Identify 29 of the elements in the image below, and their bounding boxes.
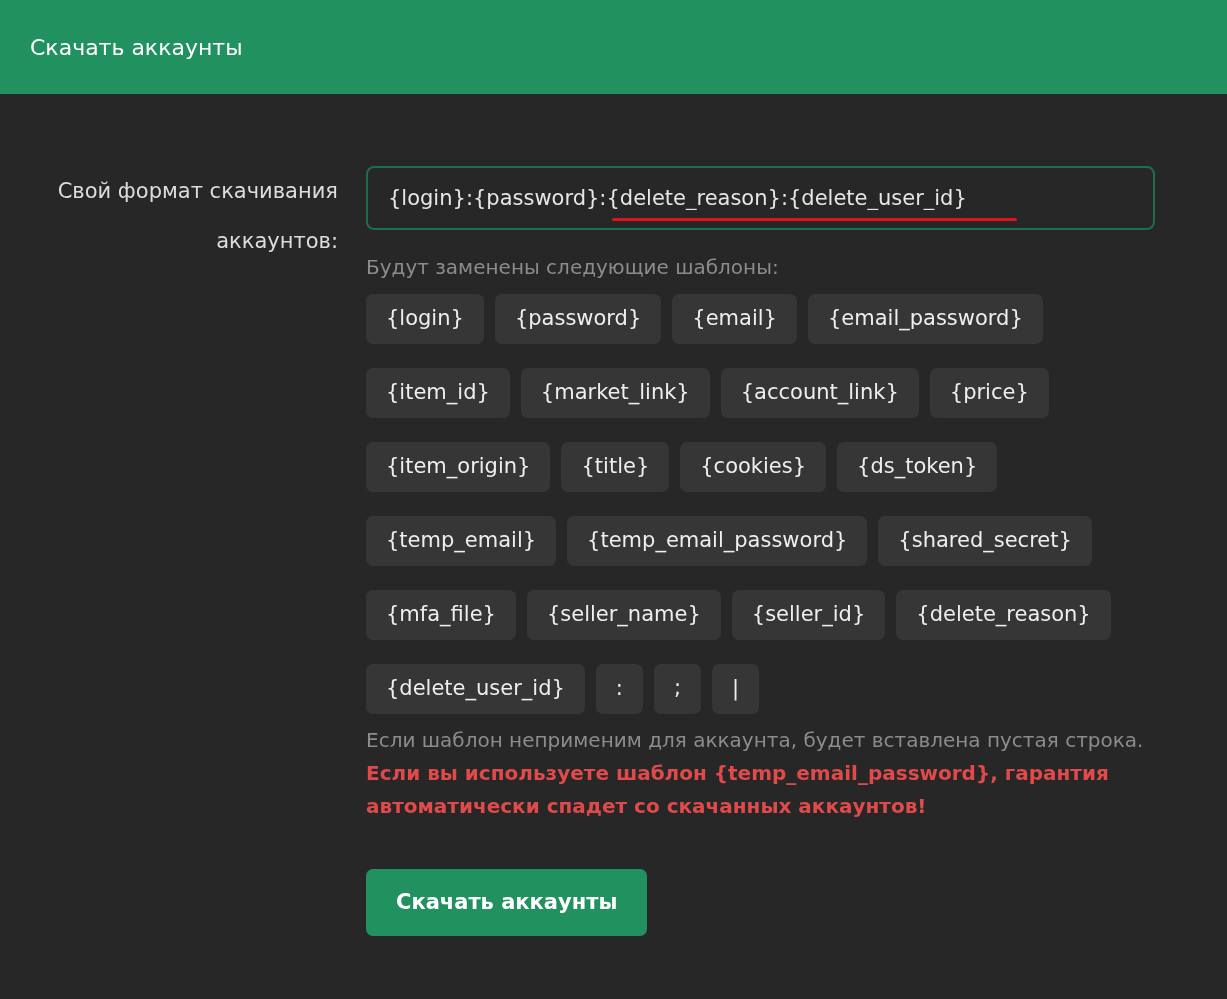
template-chip[interactable]: {item_id} xyxy=(366,368,510,418)
format-input-field[interactable]: {login}:{password}:{delete_reason}:{delete_user_id} xyxy=(366,166,1155,230)
template-chip[interactable]: {cookies} xyxy=(680,442,827,492)
template-chip[interactable]: {mfa_file} xyxy=(366,590,516,640)
template-chip[interactable]: {ds_token} xyxy=(837,442,998,492)
template-chip[interactable]: {password} xyxy=(494,294,662,344)
template-chip[interactable]: {shared_secret} xyxy=(878,516,1092,566)
template-chip[interactable]: ; xyxy=(653,664,701,714)
template-chip[interactable]: {email} xyxy=(672,294,797,344)
template-chip[interactable]: {item_origin} xyxy=(366,442,551,492)
template-chip[interactable]: {account_link} xyxy=(720,368,919,418)
templates-hint: Будут заменены следующие шаблоны: xyxy=(366,254,780,281)
download-button[interactable]: Скачать аккаунты xyxy=(366,869,648,936)
template-chip[interactable]: {temp_email_password} xyxy=(567,516,868,566)
template-chip[interactable]: : xyxy=(595,664,643,714)
template-chip[interactable]: {temp_email} xyxy=(366,516,557,566)
template-chip[interactable]: {delete_reason} xyxy=(896,590,1111,640)
template-chip[interactable]: {login} xyxy=(366,294,484,344)
template-chip[interactable]: {seller_name} xyxy=(526,590,721,640)
template-chip[interactable]: | xyxy=(712,664,760,714)
template-chip[interactable]: {seller_id} xyxy=(731,590,886,640)
template-chip[interactable]: {market_link} xyxy=(520,368,710,418)
template-chip[interactable]: {price} xyxy=(929,368,1049,418)
dialog-title: Скачать аккаунты xyxy=(30,33,243,62)
template-chip[interactable]: {delete_user_id} xyxy=(366,664,585,714)
field-label: Свой формат скачивания аккаунтов: xyxy=(56,178,338,255)
note-text: Если шаблон неприменим для аккаунта, будет вставлена пустая строка. Если вы используете шаблон {temp_email_password}, гарантия автоматически спадет со скачанных аккаунтов! xyxy=(366,727,1145,820)
template-chip[interactable]: {title} xyxy=(561,442,670,492)
template-chip[interactable]: {email_password} xyxy=(807,294,1043,344)
